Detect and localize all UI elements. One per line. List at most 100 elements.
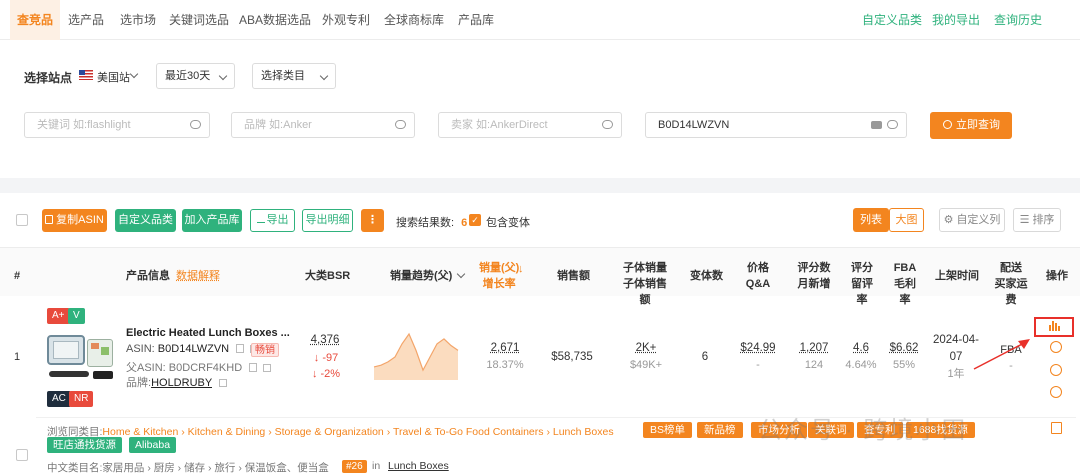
data-explain-link[interactable]: 数据解释 [176, 268, 220, 284]
link-my-export[interactable]: 我的导出 [932, 0, 980, 40]
select-all-checkbox[interactable] [16, 214, 28, 226]
link-custom-category[interactable]: 自定义品类 [862, 0, 922, 40]
custom-columns-button[interactable]: ⚙ 自定义列 [939, 208, 1005, 232]
link-query-history[interactable]: 查询历史 [994, 0, 1042, 40]
asin-label: ASIN: [126, 343, 155, 355]
category-select[interactable]: 选择类目 [252, 63, 336, 89]
product-thumbnail[interactable] [45, 327, 117, 385]
copy-asin-button[interactable]: 复制ASIN [42, 209, 107, 232]
breadcrumb-item[interactable]: Travel & To-Go Food Containers [393, 426, 544, 438]
col-launch[interactable]: 上架时间 [935, 268, 979, 284]
sort-icon: ☰ [1019, 214, 1030, 226]
col-price[interactable]: 价格 Q&A [745, 260, 771, 292]
more-button[interactable]: ⋮ [361, 209, 384, 232]
rating-value[interactable]: 4.6 [849, 340, 873, 356]
breadcrumb-item[interactable]: Lunch Boxes [553, 426, 614, 438]
chevron-down-icon [319, 71, 329, 81]
ratings-value[interactable]: 1,207 [797, 340, 831, 356]
col-shipping[interactable]: 配送 买家运费 [991, 260, 1031, 308]
include-variants-label: 包含变体 [486, 217, 530, 229]
child-sales-value[interactable]: 2K+ [628, 340, 664, 356]
col-rating-label: 评分 [851, 262, 873, 274]
col-trend[interactable]: 销量趋势(父) [390, 268, 466, 284]
sales-value[interactable]: 2,671 [485, 340, 525, 356]
location-icon[interactable] [1050, 341, 1062, 353]
tab-competitor[interactable]: 查竞品 [10, 0, 60, 40]
seller-input[interactable]: 卖家 如:AnkerDirect [438, 112, 622, 138]
upload-icon[interactable] [190, 120, 201, 129]
col-bsr[interactable]: 大类BSR [305, 268, 350, 284]
top-nav: 查竞品 选产品 选市场 关键词选品 ABA数据选品 外观专利 全球商标库 产品库… [0, 0, 1080, 40]
export-detail-button[interactable]: 导出明细 [302, 209, 353, 232]
col-index: # [14, 270, 21, 282]
tab-product[interactable]: 选产品 [62, 0, 110, 40]
col-variants[interactable]: 变体数 [690, 268, 723, 284]
row-checkbox[interactable] [16, 449, 28, 461]
upload-icon[interactable] [887, 120, 898, 129]
period-select[interactable]: 最近30天 [156, 63, 235, 89]
copy-icon[interactable] [236, 344, 245, 353]
view-grid-button[interactable]: 大图 [889, 208, 924, 232]
copy-icon [45, 215, 54, 224]
custom-category-button[interactable]: 自定义品类 [115, 209, 176, 232]
asin-value[interactable]: B0D14LWZVN [158, 343, 229, 355]
keyword-input[interactable]: 关键词 如:flashlight [24, 112, 210, 138]
more-icon[interactable] [1050, 386, 1062, 398]
price-value[interactable]: $24.99 [737, 340, 779, 356]
tab-trademark[interactable]: 全球商标库 [380, 0, 448, 40]
external-link-icon[interactable] [219, 379, 228, 387]
upload-icon[interactable] [602, 120, 613, 129]
add-library-button[interactable]: 加入产品库 [182, 209, 242, 232]
brand-input[interactable]: 品牌 如:Anker [231, 112, 415, 138]
include-variants-checkbox[interactable]: ✓ [469, 214, 481, 226]
rank-category-link[interactable]: Lunch Boxes [388, 460, 449, 472]
breadcrumb-item[interactable]: Kitchen & Dining [188, 426, 266, 438]
export-button[interactable]: 导出 [250, 209, 295, 232]
asin-input[interactable]: B0D14LWZVN [645, 112, 907, 138]
wdt-source-button[interactable]: 旺店通找货源 [47, 437, 122, 453]
col-revenue[interactable]: 销售额 [557, 268, 590, 284]
period-value: 最近30天 [165, 70, 211, 82]
col-fba-label: FBA [893, 262, 917, 274]
child-revenue-value: $49K+ [629, 359, 663, 371]
external-link-icon[interactable] [263, 364, 272, 372]
camera-icon[interactable] [871, 121, 882, 129]
product-title[interactable]: Electric Heated Lunch Boxes ... [126, 327, 290, 339]
margin-value: 55% [892, 359, 916, 371]
bar-chart-icon[interactable] [1049, 321, 1063, 331]
sort-button[interactable]: ☰ 排序 [1013, 208, 1061, 232]
new-rank-button[interactable]: 新品榜 [697, 422, 743, 438]
tab-keyword[interactable]: 关键词选品 [168, 0, 230, 40]
copy-icon[interactable] [249, 363, 258, 372]
fba-value[interactable]: $6.62 [886, 340, 922, 356]
nr-badge: NR [69, 391, 94, 407]
col-child-sales-label: 子体销量 [623, 262, 667, 274]
parent-asin-value[interactable]: B0DCRF4KHD [169, 362, 242, 374]
upload-icon[interactable] [395, 120, 406, 129]
col-margin-label: 毛利率 [894, 278, 916, 306]
col-child-sales[interactable]: 子体销量 子体销售额 [620, 260, 670, 308]
tab-aba[interactable]: ABA数据选品 [238, 0, 312, 40]
alibaba-button[interactable]: Alibaba [129, 437, 177, 453]
brand-value[interactable]: HOLDRUBY [151, 377, 212, 389]
col-rating[interactable]: 评分 留评率 [846, 260, 878, 308]
brand-line: 品牌:HOLDRUBY [126, 374, 228, 390]
bsr-value[interactable]: 4,376 [305, 332, 345, 348]
tab-library[interactable]: 产品库 [452, 0, 500, 40]
ac-badge: AC [47, 391, 71, 407]
breadcrumb-item[interactable]: Storage & Organization [275, 426, 384, 438]
tab-patent[interactable]: 外观专利 [318, 0, 374, 40]
tab-market[interactable]: 选市场 [114, 0, 162, 40]
target-icon[interactable] [1050, 364, 1062, 376]
rank-in-label: in [372, 460, 381, 472]
document-icon[interactable] [1051, 422, 1062, 434]
col-fba[interactable]: FBA 毛利率 [890, 260, 920, 308]
cn-category-value: 家居用品 › 厨房 › 储存 › 旅行 › 保温饭盒、便当盒 [102, 462, 329, 474]
search-button[interactable]: 立即查询 [930, 112, 1012, 139]
sales-trend-sparkline[interactable] [372, 328, 464, 384]
col-reviews[interactable]: 评分数 月新增 [797, 260, 831, 292]
site-select[interactable]: 美国站 [97, 69, 130, 85]
bs-rank-button[interactable]: BS榜单 [643, 422, 693, 438]
col-sales[interactable]: 销量(父) 增长率 [479, 260, 519, 292]
view-list-button[interactable]: 列表 [853, 208, 889, 232]
